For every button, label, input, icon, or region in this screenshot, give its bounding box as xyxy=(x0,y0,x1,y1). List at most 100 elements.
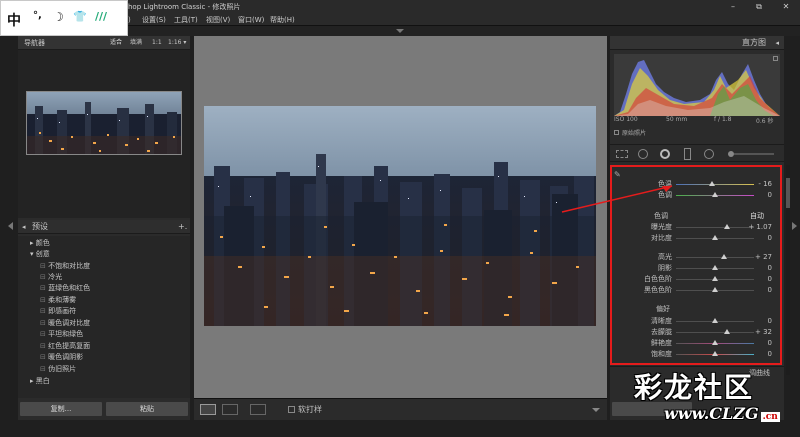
saturation-knob[interactable] xyxy=(712,351,718,356)
zoom-1-16[interactable]: 1:16 ▾ xyxy=(168,36,186,50)
slider-whites[interactable]: 白色色阶 0 xyxy=(610,274,784,284)
dehaze-value[interactable]: + 32 xyxy=(755,327,772,337)
contrast-value[interactable]: 0 xyxy=(768,233,772,243)
yy-view-icon[interactable] xyxy=(250,404,266,415)
original-photo-row[interactable]: 原始照片 xyxy=(614,128,780,138)
highlight-clip-icon[interactable] xyxy=(773,56,778,61)
slider-saturation[interactable]: 饱和度 0 xyxy=(610,349,784,359)
ime-menu-icon[interactable]: /// xyxy=(95,10,107,23)
moon-icon[interactable]: ☽ xyxy=(53,10,64,24)
preset-item[interactable]: ⊟ 不饱和对比度 xyxy=(40,261,90,272)
clarity-knob[interactable] xyxy=(712,318,718,323)
slider-contrast[interactable]: 对比度 0 xyxy=(610,233,784,243)
red-eye-icon[interactable] xyxy=(660,149,670,159)
temperature-track[interactable] xyxy=(676,184,754,185)
navigator-header[interactable]: 导航器 适合 填满 1:1 1:16 ▾ xyxy=(18,36,190,50)
ime-punct-icon[interactable]: °, xyxy=(33,10,42,21)
slider-vibrance[interactable]: 鲜艳度 0 xyxy=(610,338,784,348)
menu-help[interactable]: 帮助(H) xyxy=(270,14,295,26)
navigator-preview[interactable] xyxy=(18,50,190,218)
vibrance-value[interactable]: 0 xyxy=(768,338,772,348)
whites-value[interactable]: 0 xyxy=(768,274,772,284)
toolbar-menu-icon[interactable] xyxy=(592,408,600,412)
menu-view[interactable]: 视图(V) xyxy=(206,14,230,26)
brush-slider[interactable] xyxy=(734,153,774,155)
menu-settings[interactable]: 设置(S) xyxy=(142,14,166,26)
highlights-value[interactable]: + 27 xyxy=(755,252,772,262)
exposure-knob[interactable] xyxy=(723,224,730,229)
zoom-fit[interactable]: 适合 xyxy=(110,36,122,50)
image-canvas[interactable] xyxy=(194,36,607,398)
left-panel-toggle-icon[interactable] xyxy=(8,222,13,230)
radial-filter-icon[interactable] xyxy=(704,149,714,159)
collapse-icon[interactable]: ◂ xyxy=(775,36,779,50)
before-after-icon[interactable] xyxy=(222,404,238,415)
preset-folder-creative[interactable]: ▾ 创意 xyxy=(30,249,50,260)
blacks-value[interactable]: 0 xyxy=(768,285,772,295)
vibrance-knob[interactable] xyxy=(712,340,718,345)
whites-knob[interactable] xyxy=(712,276,718,281)
preset-item[interactable]: ⊟ 柔和薄雾 xyxy=(40,295,76,306)
ime-toolbar[interactable]: 中 °, ☽ 👕 /// xyxy=(0,0,128,36)
preset-item[interactable]: ⊟ 暖色调对比度 xyxy=(40,318,90,329)
expand-icon[interactable]: ◂ xyxy=(22,220,26,234)
restore-icon[interactable]: ⧉ xyxy=(748,0,770,14)
histogram-header[interactable]: 直方图 ◂ xyxy=(610,36,784,50)
slider-highlights[interactable]: 高光 + 27 xyxy=(610,252,784,262)
saturation-value[interactable]: 0 xyxy=(768,349,772,359)
clarity-value[interactable]: 0 xyxy=(768,316,772,326)
right-panel-toggle-icon[interactable] xyxy=(792,222,797,230)
preset-item[interactable]: ⊟ 冷光 xyxy=(40,272,62,283)
close-icon[interactable]: ✕ xyxy=(775,0,797,14)
exposure-value[interactable]: + 1.07 xyxy=(748,222,772,232)
add-preset-icon[interactable]: +. xyxy=(178,220,187,234)
paste-button[interactable]: 粘贴 xyxy=(106,402,188,416)
slider-blacks[interactable]: 黑色色阶 0 xyxy=(610,285,784,295)
highlights-knob[interactable] xyxy=(721,254,728,259)
preset-item[interactable]: ⊟ 蓝绿色和红色 xyxy=(40,283,90,294)
slider-exposure[interactable]: 曝光度 + 1.07 xyxy=(610,222,784,232)
menu-window[interactable]: 窗口(W) xyxy=(238,14,264,26)
original-photo-checkbox[interactable] xyxy=(614,130,619,135)
exposure-track[interactable] xyxy=(676,227,754,228)
navigator-thumbnail[interactable] xyxy=(26,91,182,155)
dehaze-knob[interactable] xyxy=(724,329,731,334)
top-panel-toggle-icon[interactable] xyxy=(396,29,404,33)
zoom-fill[interactable]: 填满 xyxy=(130,36,142,50)
crop-icon[interactable] xyxy=(616,150,628,158)
preset-folder-color[interactable]: ▸ 颜色 xyxy=(30,238,50,249)
slider-shadows[interactable]: 阴影 0 xyxy=(610,263,784,273)
slider-clarity[interactable]: 清晰度 0 xyxy=(610,316,784,326)
temperature-knob[interactable] xyxy=(708,181,715,186)
preset-item[interactable]: ⊟ 伪旧照片 xyxy=(40,364,76,375)
histogram[interactable] xyxy=(614,54,780,116)
loupe-view-icon[interactable] xyxy=(200,404,216,415)
graduated-filter-icon[interactable] xyxy=(684,148,691,160)
highlights-track[interactable] xyxy=(676,257,754,258)
preset-item[interactable]: ⊟ 暖色调阴影 xyxy=(40,352,83,363)
contrast-knob[interactable] xyxy=(712,235,718,240)
preset-item[interactable]: ⊟ 红色提高复面 xyxy=(40,341,90,352)
presets-header[interactable]: ◂ 预设 +. xyxy=(18,220,190,234)
temperature-value[interactable]: - 16 xyxy=(758,179,772,189)
shadows-value[interactable]: 0 xyxy=(768,263,772,273)
tone-auto-button[interactable]: 自动 xyxy=(750,211,764,221)
ime-mode-char[interactable]: 中 xyxy=(7,10,21,30)
zoom-1-1[interactable]: 1:1 xyxy=(152,36,162,50)
tint-value[interactable]: 0 xyxy=(768,190,772,200)
menu-tools[interactable]: 工具(T) xyxy=(174,14,198,26)
preset-item[interactable]: ⊟ 平坦和绿色 xyxy=(40,329,83,340)
skin-icon[interactable]: 👕 xyxy=(73,10,87,23)
preset-folder-bw[interactable]: ▸ 黑白 xyxy=(30,376,50,387)
spot-removal-icon[interactable] xyxy=(638,149,648,159)
soft-proof-checkbox[interactable] xyxy=(288,406,295,413)
dehaze-track[interactable] xyxy=(676,332,754,333)
preset-item[interactable]: ⊟ 即感画符 xyxy=(40,306,76,317)
minimize-icon[interactable]: – xyxy=(722,0,744,14)
copy-button[interactable]: 复制... xyxy=(20,402,102,416)
slider-dehaze[interactable]: 去朦胧 + 32 xyxy=(610,327,784,337)
right-panel-scroll-thumb[interactable] xyxy=(786,178,790,208)
tint-knob[interactable] xyxy=(712,192,718,197)
main-photo[interactable] xyxy=(204,106,596,326)
blacks-knob[interactable] xyxy=(712,287,718,292)
